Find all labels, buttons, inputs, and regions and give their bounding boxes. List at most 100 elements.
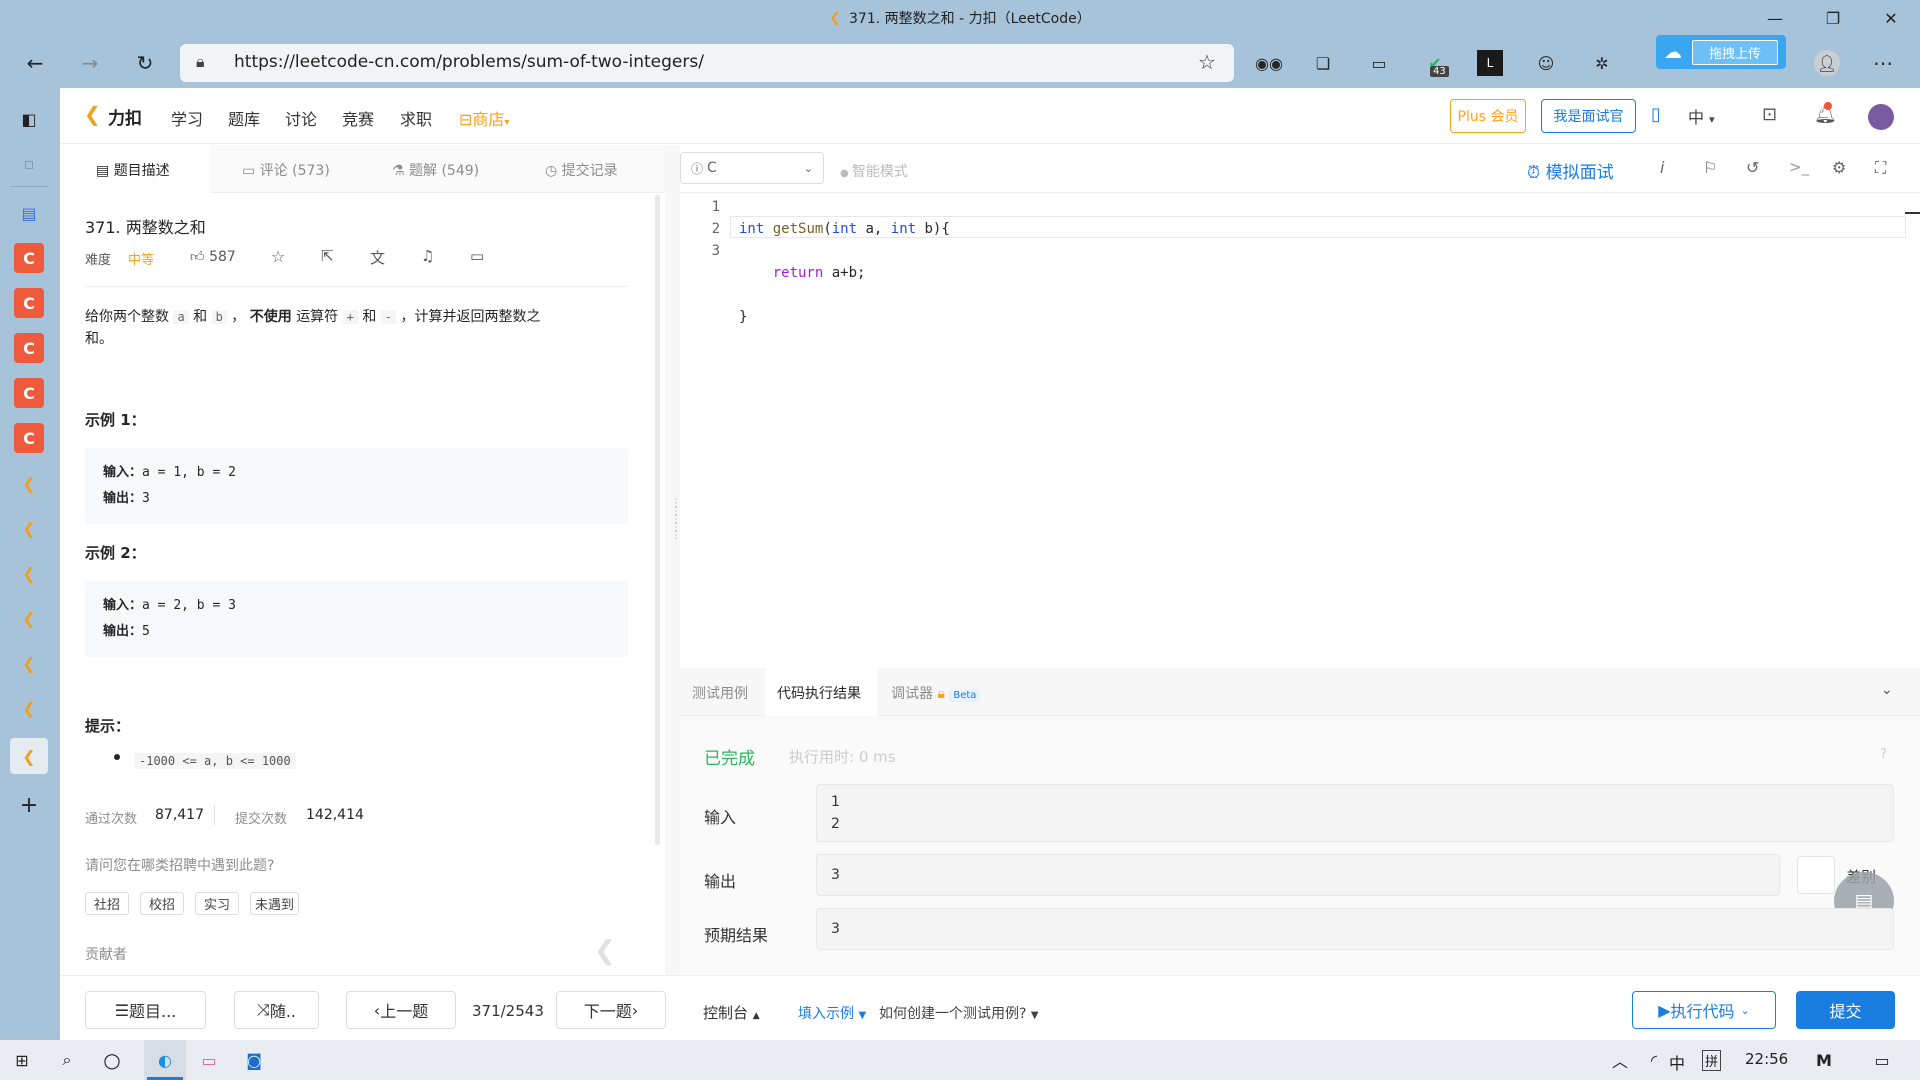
plus-member-button[interactable]: Plus 会员 bbox=[1450, 99, 1526, 133]
edge-browser-icon[interactable]: ◐ bbox=[153, 1048, 177, 1072]
tag-not-met[interactable]: 未遇到 bbox=[250, 892, 300, 915]
tab-solutions[interactable]: ⚗ 题解 (549) bbox=[392, 160, 479, 180]
smart-mode-toggle[interactable]: ● 智能模式 bbox=[840, 161, 908, 181]
tray-chevron-up-icon[interactable]: ︿ bbox=[1608, 1048, 1632, 1072]
tab-leetcode-icon[interactable]: ❮ bbox=[14, 513, 44, 543]
tab-doc-icon[interactable]: ▤ bbox=[14, 198, 44, 228]
run-code-button[interactable]: ▶ 执行代码 ⌄ bbox=[1632, 991, 1776, 1029]
tab-debugger[interactable]: 调试器 🔒︎ Beta bbox=[891, 683, 981, 703]
url-text[interactable]: https://leetcode-cn.com/problems/sum-of-… bbox=[234, 52, 704, 72]
flag-icon[interactable]: ⚐ bbox=[1703, 158, 1717, 177]
info-i-icon[interactable]: i bbox=[1660, 158, 1664, 177]
feedback-icon[interactable]: ▭ bbox=[470, 247, 484, 265]
taskbar-app2-icon[interactable]: ◙ bbox=[242, 1048, 266, 1072]
task-view-icon[interactable]: ○ bbox=[100, 1048, 124, 1072]
next-button[interactable]: 下一题 › bbox=[556, 991, 666, 1029]
tab-comments[interactable]: ▭ 评论 (573) bbox=[242, 160, 330, 180]
close-button[interactable]: ✕ bbox=[1862, 0, 1920, 36]
tab-testcase[interactable]: 测试用例 bbox=[692, 683, 748, 703]
diff-toggle[interactable] bbox=[1797, 856, 1835, 894]
restore-button[interactable]: ❐ bbox=[1804, 0, 1862, 36]
console-toggle[interactable]: 控制台 ▲ bbox=[703, 1002, 760, 1023]
fullscreen-icon[interactable]: ⛶ bbox=[1875, 158, 1886, 178]
ime-indicator[interactable]: 中 bbox=[1669, 1050, 1685, 1074]
tab-leetcode-icon[interactable]: ❮ bbox=[14, 648, 44, 678]
cloud-upload-widget[interactable]: ☁ 拖拽上传 bbox=[1656, 35, 1786, 69]
tab-result[interactable]: 代码执行结果 bbox=[777, 683, 861, 703]
mobile-icon[interactable]: ▯ bbox=[1651, 104, 1661, 125]
tab-submissions[interactable]: ◷ 提交记录 bbox=[545, 160, 618, 180]
share-icon[interactable]: ⇱ bbox=[321, 247, 334, 265]
language-switch[interactable]: 中 ▾ bbox=[1688, 104, 1715, 128]
nav-contest[interactable]: 竞赛 bbox=[342, 106, 374, 130]
search-icon[interactable]: ⌕ bbox=[55, 1048, 79, 1072]
tab-actions-icon[interactable]: ◧ bbox=[14, 104, 44, 134]
nav-store[interactable]: ⊟商店▾ bbox=[459, 106, 509, 130]
language-select[interactable]: ⓘ C ⌄ bbox=[680, 152, 824, 184]
extension-leetcode-icon[interactable]: L bbox=[1477, 50, 1503, 76]
nav-problems[interactable]: 题库 bbox=[228, 106, 260, 130]
terminal-icon[interactable]: >_ bbox=[1789, 158, 1809, 176]
nav-jobs[interactable]: 求职 bbox=[400, 106, 432, 130]
forward-button[interactable]: → bbox=[75, 48, 105, 78]
user-avatar[interactable] bbox=[1868, 104, 1894, 130]
tab-leetcode-icon[interactable]: ❮ bbox=[14, 693, 44, 723]
add-favorite-icon[interactable]: ☆ bbox=[1198, 50, 1216, 74]
mock-interview-button[interactable]: ⏰︎ 模拟面试 bbox=[1527, 158, 1614, 183]
help-icon[interactable]: ? bbox=[1880, 747, 1887, 762]
new-tab-plus-icon[interactable]: + bbox=[14, 790, 44, 820]
bell-icon[interactable]: ♫ bbox=[421, 247, 434, 265]
profile-avatar[interactable]: 👤︎ bbox=[1814, 50, 1840, 76]
refresh-button[interactable]: ↻ bbox=[130, 48, 160, 78]
pane-splitter[interactable] bbox=[665, 145, 680, 975]
tab-c-icon[interactable]: C bbox=[14, 288, 44, 318]
tab-description[interactable]: ▤ 题目描述 bbox=[96, 160, 170, 180]
playground-icon[interactable]: ⊡ bbox=[1762, 104, 1777, 125]
star-icon[interactable]: ☆ bbox=[271, 247, 285, 266]
tab-leetcode-active-icon[interactable]: ❮ bbox=[10, 738, 48, 774]
tab-c-icon[interactable]: C bbox=[14, 423, 44, 453]
how-to-link[interactable]: 如何创建一个测试用例? ▼ bbox=[879, 1003, 1039, 1023]
tab-c-icon[interactable]: C bbox=[14, 243, 44, 273]
leetcode-logo-icon[interactable]: ❮ bbox=[84, 102, 101, 126]
extensions-puzzle-icon[interactable]: ✲ bbox=[1589, 50, 1615, 76]
interviewer-button[interactable]: 我是面试官 bbox=[1541, 99, 1636, 133]
fill-example-button[interactable]: 填入示例 ▼ bbox=[798, 1003, 866, 1023]
lock-icon[interactable]: 🔒︎ bbox=[196, 52, 205, 72]
submit-button[interactable]: 提交 bbox=[1796, 991, 1895, 1029]
tab-c-icon[interactable]: C bbox=[14, 378, 44, 408]
nav-discuss[interactable]: 讨论 bbox=[285, 106, 317, 130]
translate-icon[interactable]: 文 bbox=[370, 247, 385, 268]
extension-eyes-icon[interactable]: ◉◉ bbox=[1255, 50, 1283, 76]
reset-icon[interactable]: ↺ bbox=[1746, 158, 1759, 177]
back-button[interactable]: ← bbox=[20, 48, 50, 78]
extension-folder-icon[interactable]: ▭ bbox=[1366, 50, 1392, 76]
tab-leetcode-icon[interactable]: ❮ bbox=[14, 603, 44, 633]
like-button[interactable]: 👍︎ 587 bbox=[190, 248, 236, 265]
extension-face-icon[interactable]: ☺ bbox=[1533, 50, 1559, 76]
code-content[interactable]: int getSum(int a, int b){ return a+b; } bbox=[739, 196, 950, 350]
taskbar-app-icon[interactable]: ▭ bbox=[197, 1048, 221, 1072]
prev-button[interactable]: ‹ 上一题 bbox=[346, 991, 456, 1029]
notification-center-icon[interactable]: ▭ bbox=[1870, 1048, 1894, 1072]
windows-start-icon[interactable]: ⊞ bbox=[10, 1048, 34, 1072]
tab-leetcode-icon[interactable]: ❮ bbox=[14, 468, 44, 498]
drag-handle-icon[interactable]: ⋮⋮⋮⋮⋮ bbox=[671, 499, 681, 541]
random-button[interactable]: ⤨ 随.. bbox=[234, 991, 319, 1029]
clock[interactable]: 22:56 bbox=[1745, 1050, 1788, 1068]
wifi-icon[interactable]: ◜ bbox=[1642, 1048, 1666, 1072]
tab-c-icon[interactable]: C bbox=[14, 333, 44, 363]
tab-leetcode-icon[interactable]: ❮ bbox=[14, 558, 44, 588]
tag-intern[interactable]: 实习 bbox=[195, 892, 240, 915]
settings-gear-icon[interactable]: ⚙ bbox=[1832, 158, 1846, 177]
ime-mode-indicator[interactable]: 拼 bbox=[1702, 1050, 1722, 1071]
app-tray-icon[interactable]: M bbox=[1812, 1048, 1836, 1072]
more-menu-icon[interactable]: ⋯ bbox=[1870, 50, 1896, 76]
minimize-button[interactable]: — bbox=[1746, 0, 1804, 36]
collapse-chevron-icon[interactable]: ⌄ bbox=[1881, 682, 1893, 698]
tag-campus[interactable]: 校招 bbox=[140, 892, 185, 915]
tag-social[interactable]: 社招 bbox=[85, 892, 130, 915]
problem-list-button[interactable]: ☰ 题目... bbox=[85, 991, 206, 1029]
site-logo-text[interactable]: 力扣 bbox=[108, 104, 142, 129]
left-scrollbar[interactable] bbox=[655, 195, 660, 845]
